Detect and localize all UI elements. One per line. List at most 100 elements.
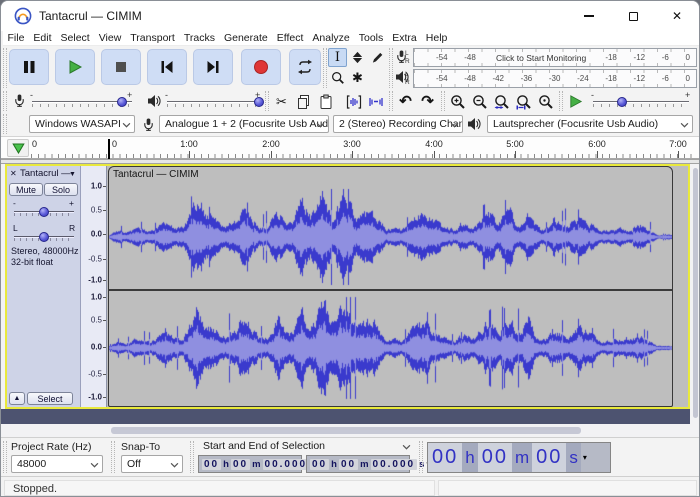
menu-select[interactable]: Select <box>56 31 94 45</box>
undo-button[interactable]: ↶ <box>395 91 416 112</box>
zoom-toolbar-grip[interactable] <box>441 91 445 111</box>
playback-volume-thumb[interactable] <box>254 97 264 107</box>
cut-button[interactable]: ✂ <box>271 91 292 112</box>
vertical-scrollbar[interactable] <box>690 164 700 424</box>
menu-edit[interactable]: Edit <box>29 31 56 45</box>
fit-selection-button[interactable] <box>491 91 512 112</box>
window-minimize-button[interactable] <box>567 1 611 31</box>
copy-button[interactable] <box>293 91 314 112</box>
skip-to-end-button[interactable] <box>193 49 233 85</box>
collapse-track-button[interactable]: ▲ <box>9 392 25 405</box>
audio-clip[interactable]: Tantacrul — CIMIM <box>108 166 673 407</box>
position-hours[interactable]: 00 <box>428 443 462 472</box>
transport-toolbar-grip[interactable] <box>3 48 7 88</box>
recording-device-dropdown[interactable]: Analogue 1 + 2 (Focusrite Usb Audio) <box>159 115 329 133</box>
vertical-ruler[interactable]: 1.0 0.5 0.0 -0.5 -1.0 1.0 0.5 0.0 -0.5 -… <box>81 166 107 407</box>
recording-meter[interactable]: -54 -48 -42 -36 -30 -24 -18 -12 -6 0 Cli… <box>413 48 697 67</box>
pinned-playhead-button[interactable] <box>7 139 29 157</box>
recording-channels-dropdown[interactable]: 2 (Stereo) Recording Channels <box>333 115 463 133</box>
pause-button[interactable] <box>9 49 49 85</box>
silence-audio-button[interactable] <box>365 91 386 112</box>
solo-button[interactable]: Solo <box>44 183 78 196</box>
timeline-ruler[interactable]: 0 0 1:00 2:00 3:00 4:00 5:00 6:00 7:00 <box>1 137 699 159</box>
stop-button[interactable] <box>101 49 141 85</box>
menu-extra[interactable]: Extra <box>388 31 422 45</box>
window-maximize-button[interactable] <box>611 1 655 31</box>
window-close-button[interactable]: ✕ <box>655 1 699 31</box>
undo-toolbar-grip[interactable] <box>389 91 393 111</box>
recording-volume-thumb[interactable] <box>117 97 127 107</box>
selection-toolbar-grip[interactable] <box>3 441 7 473</box>
project-rate-dropdown[interactable]: 48000 <box>11 455 103 473</box>
envelope-tool-button[interactable] <box>348 48 367 67</box>
menu-view[interactable]: View <box>94 31 126 45</box>
mixer-toolbar-grip[interactable] <box>3 91 7 111</box>
play-speed-thumb[interactable] <box>617 97 627 107</box>
loop-button[interactable] <box>289 49 321 85</box>
waveform-left-channel[interactable] <box>109 185 672 289</box>
play-speed-slider[interactable] <box>593 101 689 102</box>
time-toolbar-grip[interactable] <box>419 441 423 473</box>
playback-device-dropdown[interactable]: Lautsprecher (Focusrite Usb Audio) <box>487 115 693 133</box>
track-menu-arrow-icon[interactable]: ▼ <box>69 169 76 180</box>
end-hours[interactable]: 00 <box>310 459 329 470</box>
play-at-speed-toolbar-grip[interactable] <box>559 91 563 111</box>
skip-to-start-button[interactable] <box>147 49 187 85</box>
selection-tool-button[interactable]: I <box>328 48 347 67</box>
redo-button[interactable]: ↷ <box>417 91 438 112</box>
start-hours[interactable]: 00 <box>202 459 221 470</box>
track-name[interactable]: Tantacrul — <box>20 168 71 179</box>
menu-file[interactable]: File <box>3 31 29 45</box>
multi-tool-button[interactable]: ✱ <box>348 68 367 87</box>
start-minutes[interactable]: 00 <box>231 459 250 470</box>
mute-button[interactable]: Mute <box>9 183 43 196</box>
zoom-in-button[interactable] <box>447 91 468 112</box>
start-seconds[interactable]: 00.000 <box>263 459 310 470</box>
menu-analyze[interactable]: Analyze <box>308 31 354 45</box>
horizontal-scrollbar[interactable] <box>1 424 690 437</box>
end-minutes[interactable]: 00 <box>339 459 358 470</box>
playback-meter[interactable]: -54 -48 -42 -36 -30 -24 -18 -12 -6 0 <box>413 69 697 88</box>
selection-start-field[interactable]: 00h00m00.000s▾ <box>198 455 302 473</box>
trim-audio-button[interactable] <box>343 91 364 112</box>
device-toolbar-grip[interactable] <box>3 114 7 134</box>
selection-mode-dropdown[interactable]: Start and End of Selection <box>198 439 414 454</box>
audio-position-display[interactable]: 00h00m00s▾ <box>427 442 611 473</box>
audio-host-dropdown[interactable]: Windows WASAPI <box>29 115 135 133</box>
snap-to-dropdown[interactable]: Off <box>121 455 183 473</box>
position-seconds[interactable]: 00 <box>532 443 566 472</box>
selection-end-field[interactable]: 00h00m00.000s▾ <box>306 455 410 473</box>
track-select-button[interactable]: Select <box>27 392 73 405</box>
end-seconds[interactable]: 00.000 <box>371 459 418 470</box>
play-at-speed-button[interactable] <box>565 91 586 112</box>
menu-transport[interactable]: Transport <box>126 31 180 45</box>
track-close-icon[interactable]: ✕ <box>10 168 17 179</box>
record-button[interactable] <box>241 49 281 85</box>
paste-button[interactable] <box>315 91 336 112</box>
menu-help[interactable]: Help <box>421 31 452 45</box>
zoom-out-button[interactable] <box>469 91 490 112</box>
menu-effect[interactable]: Effect <box>272 31 308 45</box>
draw-tool-button[interactable] <box>368 48 387 67</box>
tools-toolbar-grip[interactable] <box>323 48 327 88</box>
meter-toolbar-grip[interactable] <box>389 48 393 88</box>
play-button[interactable] <box>55 49 95 85</box>
playback-volume-slider[interactable] <box>167 101 259 102</box>
menu-bar: File Edit Select View Transport Tracks G… <box>3 31 700 46</box>
pan-thumb[interactable] <box>39 232 49 242</box>
menu-tools[interactable]: Tools <box>354 31 388 45</box>
position-minutes[interactable]: 00 <box>478 443 512 472</box>
edit-toolbar-grip[interactable] <box>265 91 269 111</box>
vertical-scrollbar-thumb[interactable] <box>693 168 698 418</box>
spinner-icon[interactable]: ▾ <box>581 443 589 472</box>
zoom-toggle-button[interactable] <box>535 91 556 112</box>
horizontal-scrollbar-thumb[interactable] <box>111 427 581 434</box>
track-canvas-area[interactable]: Tantacrul — CIMIM <box>107 166 688 407</box>
fit-project-button[interactable] <box>513 91 534 112</box>
waveform-right-channel[interactable] <box>109 292 672 404</box>
menu-generate[interactable]: Generate <box>219 31 272 45</box>
gain-thumb[interactable] <box>39 207 49 217</box>
monitoring-hint[interactable]: Click to Start Monitoring <box>492 53 590 63</box>
zoom-tool-button[interactable] <box>328 68 347 87</box>
menu-tracks[interactable]: Tracks <box>179 31 219 45</box>
